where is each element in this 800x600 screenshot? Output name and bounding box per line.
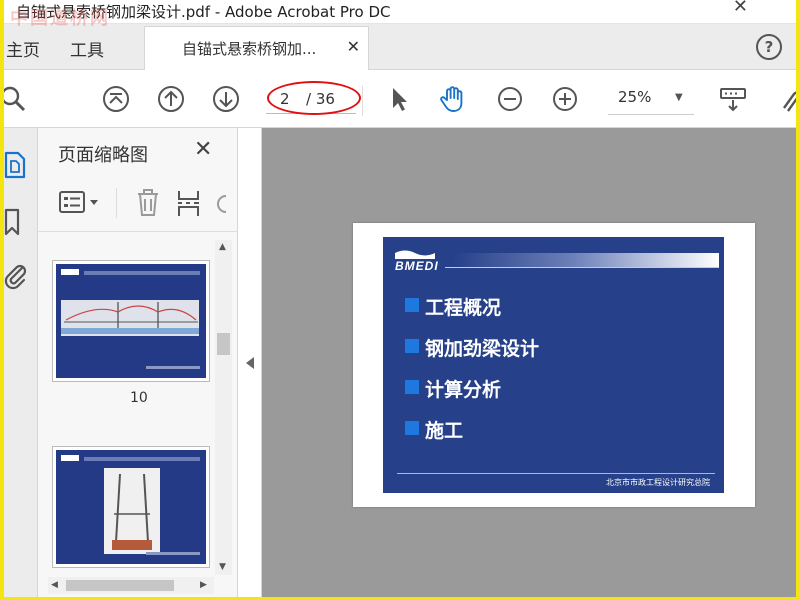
window-close-button[interactable]: ✕ [733,0,748,17]
zoom-dropdown-arrow-icon[interactable]: ▼ [675,92,683,103]
tab-document-title: 自锚式悬索桥钢加... [182,40,317,58]
annotation-tool-icon[interactable] [780,84,796,114]
panel-toolbar [38,176,238,232]
zoom-level-select[interactable]: 25% [618,88,651,106]
panel-close-button[interactable]: ✕ [194,137,212,162]
pdf-page: BMEDI 工程概况 钢加劲梁设计 计算分析 施工 北京市市政工程设计研究总院 [353,223,755,507]
bullet-square-icon [405,380,419,394]
vertical-scroll-thumb[interactable] [217,333,230,355]
acrobat-window: 自锚式悬索桥钢加梁设计.pdf - Adobe Acrobat Pro DC ✕… [4,0,796,597]
slide-header-line [445,267,719,268]
tab-tools[interactable]: 工具 [70,36,104,61]
insert-page-icon[interactable] [176,188,202,218]
vertical-scrollbar[interactable]: ▲ ▼ [215,240,232,575]
previous-page-icon[interactable] [156,84,186,114]
bullet-text: 计算分析 [425,379,502,401]
navigation-rail [4,128,38,597]
thumbnails-panel: 页面缩略图 ✕ 10 ▲ ▼ ◀ ▶ [38,128,238,597]
thumbnail-page[interactable] [52,260,210,382]
panel-toolbar-divider [116,188,117,218]
panel-title: 页面缩略图 [58,145,148,166]
scroll-up-icon[interactable]: ▲ [219,242,226,252]
thumbnail-list: 10 [38,234,238,574]
thumbnail-page-number: 10 [130,390,148,406]
slide-footer-text: 北京市市政工程设计研究总院 [606,478,710,487]
panel-splitter[interactable] [238,128,262,597]
annotation-ellipse [267,81,361,115]
zoom-underline [608,114,694,115]
bullet-square-icon [405,298,419,312]
scroll-down-icon[interactable]: ▼ [219,562,226,572]
site-watermark: 中国道桥网 [10,8,110,29]
bullet-square-icon [405,339,419,353]
toolbar-divider [362,86,363,116]
horizontal-scroll-thumb[interactable] [66,580,174,591]
tab-bar: 主页 工具 自锚式悬索桥钢加... ✕ ? [4,24,796,71]
thumbnail-preview [56,264,206,378]
bullet-text: 工程概况 [425,297,502,319]
title-bar: 自锚式悬索桥钢加梁设计.pdf - Adobe Acrobat Pro DC ✕ [4,0,796,24]
thumbnail-page[interactable] [52,446,210,568]
document-view[interactable]: BMEDI 工程概况 钢加劲梁设计 计算分析 施工 北京市市政工程设计研究总院 [262,128,796,597]
help-icon[interactable]: ? [756,34,782,60]
scroll-left-icon[interactable]: ◀ [51,580,58,590]
slide-content: BMEDI 工程概况 钢加劲梁设计 计算分析 施工 北京市市政工程设计研究总院 [383,237,724,493]
main-toolbar: 2 / 36 25% ▼ [4,70,796,128]
tab-document[interactable]: 自锚式悬索桥钢加... ✕ [144,26,369,71]
bullet-text: 施工 [425,420,464,442]
zoom-out-icon[interactable] [495,84,525,114]
collapse-panel-arrow-icon[interactable] [246,357,254,369]
delete-page-icon[interactable] [135,188,161,218]
hand-tool-icon[interactable] [438,84,468,114]
bridge-tower-thumbnail-icon [56,450,206,564]
slide-logo-text: BMEDI [395,259,439,273]
thumbnail-options-icon[interactable] [58,190,102,216]
bookmark-icon[interactable] [4,208,22,236]
first-page-icon[interactable] [101,84,131,114]
slide-footer-line [397,473,715,474]
page-thumbnails-icon[interactable] [4,150,26,180]
zoom-in-icon[interactable] [550,84,580,114]
attachment-icon[interactable] [4,260,28,292]
scroll-mode-icon[interactable] [718,84,748,114]
bullet-text: 钢加劲梁设计 [425,338,540,360]
thumbnail-preview [56,450,206,564]
rotate-page-icon[interactable] [216,192,228,216]
select-arrow-icon[interactable] [385,84,415,114]
search-icon[interactable] [4,84,28,114]
tab-close-button[interactable]: ✕ [347,37,360,56]
bullet-square-icon [405,421,419,435]
scroll-right-icon[interactable]: ▶ [200,580,207,590]
next-page-icon[interactable] [211,84,241,114]
bmedi-logo-icon [395,250,435,259]
slide-header-band [453,253,719,268]
tab-home[interactable]: 主页 [6,36,40,61]
horizontal-scrollbar[interactable]: ◀ ▶ [48,577,214,594]
bridge-elevation-thumbnail-icon [56,264,206,378]
